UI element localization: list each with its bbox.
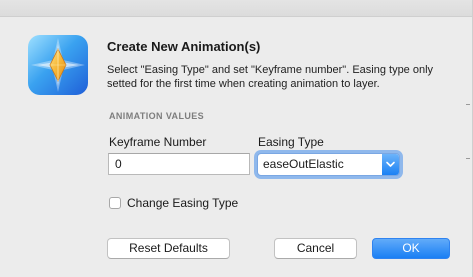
create-animation-dialog: Create New Animation(s) Select "Easing T…	[0, 0, 473, 277]
dialog-top-bar	[0, 0, 473, 17]
reset-defaults-button[interactable]: Reset Defaults	[107, 238, 230, 259]
cancel-button[interactable]: Cancel	[274, 238, 357, 259]
section-heading: ANIMATION VALUES	[109, 111, 205, 121]
dialog-title: Create New Animation(s)	[107, 39, 261, 54]
dialog-description: Select "Easing Type" and set "Keyframe n…	[107, 64, 434, 90]
easing-type-label: Easing Type	[258, 135, 324, 149]
easing-type-selected-value: easeOutElastic	[263, 157, 344, 171]
change-easing-type-checkbox[interactable]	[109, 197, 121, 209]
ok-button[interactable]: OK	[372, 238, 450, 259]
window-edge-mark	[466, 104, 470, 105]
keyframe-number-label: Keyframe Number	[109, 135, 207, 149]
window-edge-mark	[466, 158, 470, 159]
chevron-down-icon[interactable]	[382, 154, 399, 175]
keyframe-number-input[interactable]: 0	[108, 153, 250, 175]
app-diamond-icon	[28, 35, 88, 95]
change-easing-type-label: Change Easing Type	[127, 196, 239, 210]
easing-type-select[interactable]: easeOutElastic	[257, 153, 400, 176]
